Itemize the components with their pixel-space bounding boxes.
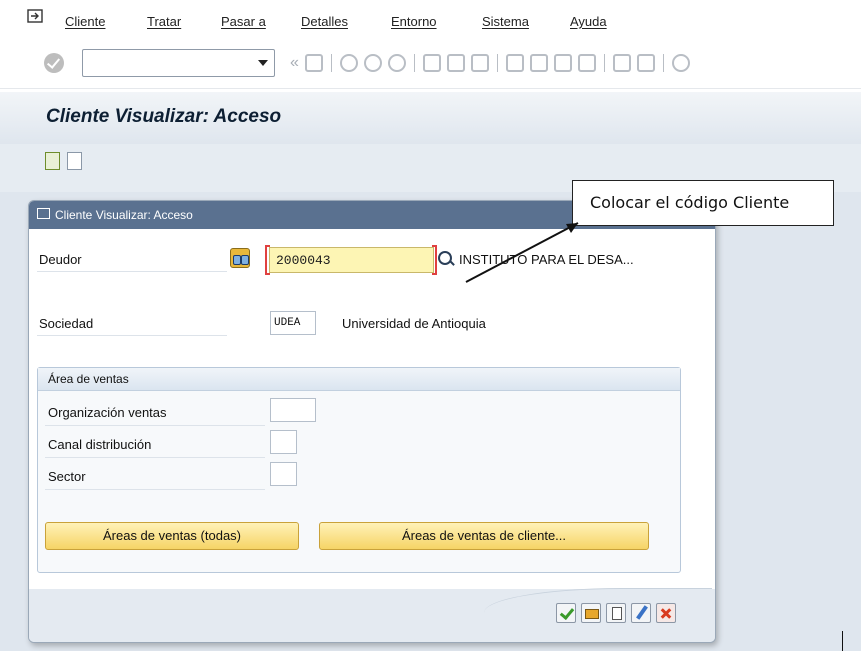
annotation-arrow-icon [465,222,579,283]
text-cursor [842,631,843,651]
